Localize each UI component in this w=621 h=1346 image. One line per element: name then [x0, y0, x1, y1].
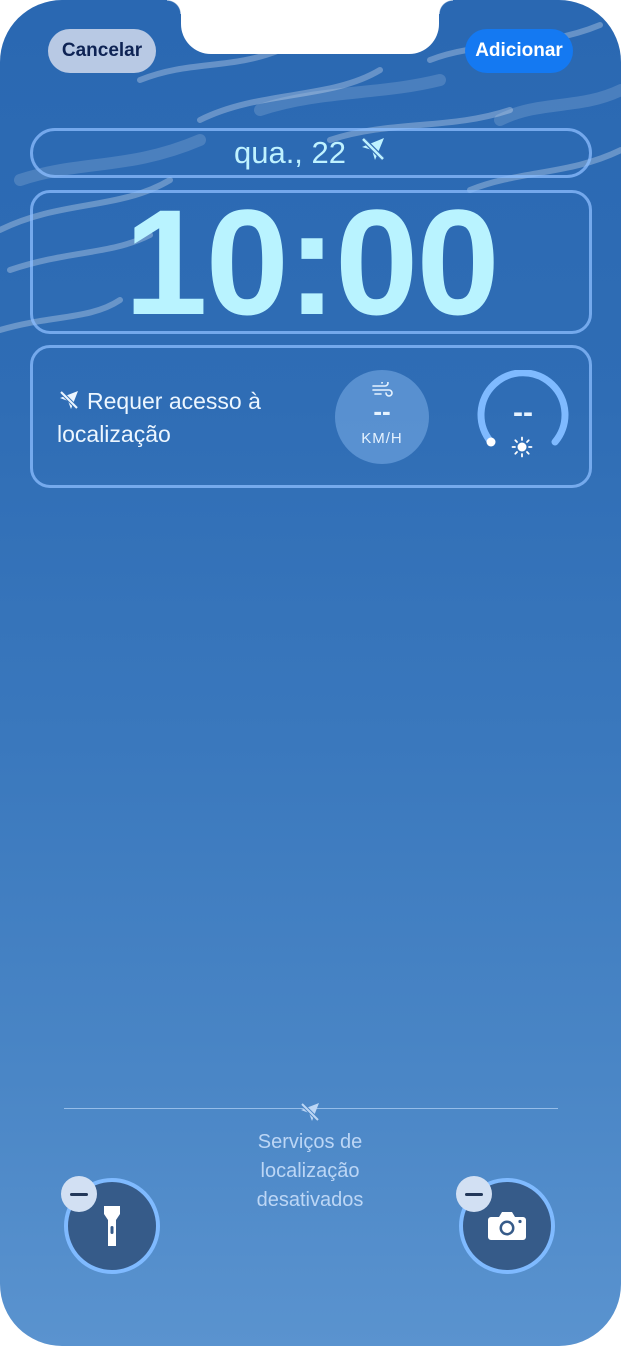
- location-off-icon: [358, 134, 388, 172]
- lockscreen-editor: Cancelar Adicionar qua., 22 10:00 Requer…: [0, 0, 621, 1346]
- clock-slot[interactable]: 10:00: [30, 177, 592, 346]
- location-off-icon: [298, 1100, 322, 1129]
- clock-time: 10:00: [124, 177, 500, 346]
- remove-camera-button[interactable]: [456, 1176, 492, 1212]
- widgets-slot[interactable]: Requer acesso à localização -- KM/H --: [30, 345, 592, 488]
- date-widget-slot[interactable]: qua., 22: [30, 128, 592, 178]
- wind-unit: KM/H: [361, 430, 403, 447]
- cancel-button[interactable]: Cancelar: [48, 29, 156, 73]
- flashlight-icon: [104, 1206, 120, 1246]
- date-label: qua., 22: [233, 135, 347, 170]
- add-button[interactable]: Adicionar: [465, 29, 573, 73]
- sun-icon: [511, 436, 533, 458]
- device-notch: [167, 0, 453, 54]
- location-required-widget: Requer acesso à localização: [57, 386, 317, 449]
- remove-flashlight-button[interactable]: [61, 1176, 97, 1212]
- location-off-icon: [57, 388, 81, 419]
- date-row: qua., 22: [33, 131, 589, 175]
- camera-icon: [488, 1212, 526, 1240]
- uv-index-widget: --: [473, 369, 573, 470]
- wind-value: --: [373, 396, 391, 426]
- wind-speed-widget: -- KM/H: [335, 370, 429, 464]
- uv-value: --: [513, 396, 533, 429]
- location-required-text: Requer acesso à localização: [57, 388, 261, 447]
- location-services-disabled-text: Serviços de localização desativados: [256, 1131, 364, 1211]
